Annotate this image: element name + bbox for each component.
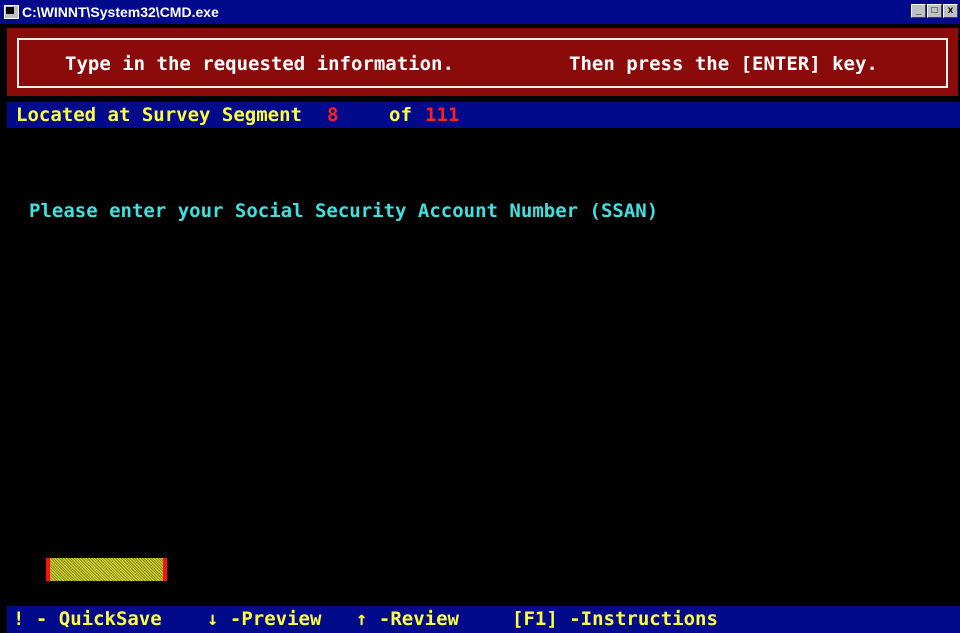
window-title: C:\WINNT\System32\CMD.exe (22, 4, 219, 20)
instruction-box: Type in the requested information. Then … (17, 38, 948, 88)
window-controls: _ □ x (911, 4, 958, 18)
quicksave-key[interactable]: ! - QuickSave (13, 608, 162, 630)
instruction-text-right: Then press the [ENTER] key. (569, 53, 878, 75)
segment-of-label: of (389, 104, 412, 126)
maximize-button[interactable]: □ (927, 4, 942, 18)
ssan-prompt: Please enter your Social Security Accoun… (29, 200, 659, 222)
instruction-text-left: Type in the requested information. (65, 53, 454, 75)
instruction-panel: Type in the requested information. Then … (7, 28, 958, 96)
segment-current: 8 (327, 104, 339, 126)
segment-total: 111 (425, 104, 460, 126)
segment-label: Located at Survey Segment (16, 104, 302, 126)
review-key[interactable]: ↑ -Review (356, 608, 459, 630)
function-key-bar: ! - QuickSave ↓ -Preview ↑ -Review [F1] … (7, 606, 960, 633)
close-button[interactable]: x (943, 4, 958, 18)
preview-key[interactable]: ↓ -Preview (207, 608, 321, 630)
minimize-button[interactable]: _ (911, 4, 926, 18)
ssan-input-field[interactable] (46, 558, 167, 581)
cmd-app-icon[interactable] (3, 4, 19, 20)
instructions-key[interactable]: [F1] -Instructions (512, 608, 718, 630)
console-area: Type in the requested information. Then … (0, 28, 960, 633)
window-title-bar[interactable]: C:\WINNT\System32\CMD.exe _ □ x (0, 0, 960, 28)
segment-status-bar: Located at Survey Segment 8 of 111 (7, 102, 960, 128)
